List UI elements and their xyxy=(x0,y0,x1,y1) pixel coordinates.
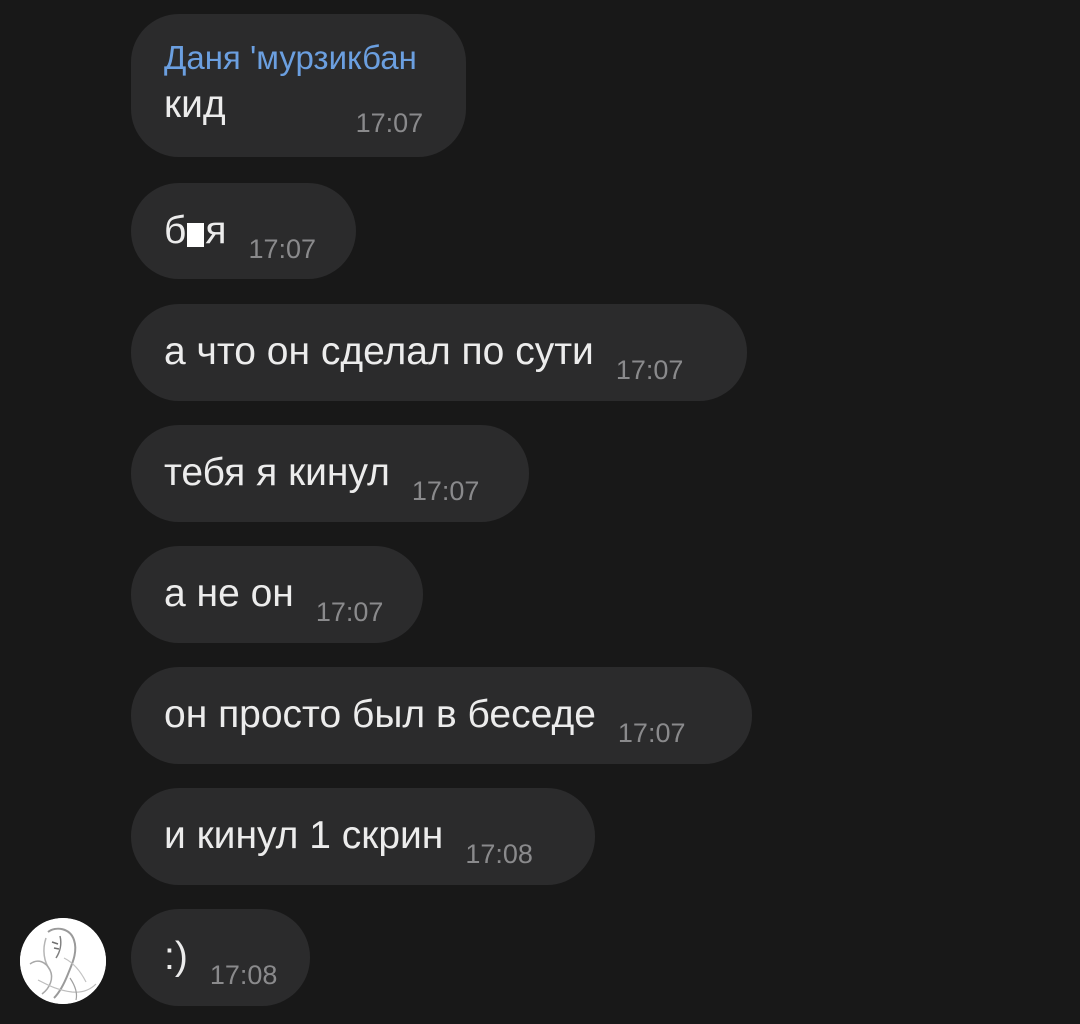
message-time: 17:07 xyxy=(248,234,317,264)
message-text: :) xyxy=(164,935,188,978)
message-text: и кинул 1 скрин xyxy=(164,814,444,857)
message-bubble[interactable]: и кинул 1 скрин 17:08 xyxy=(131,788,595,885)
message-text: кид xyxy=(164,83,226,126)
message-text: он просто был в беседе xyxy=(164,693,596,736)
message-bubble[interactable]: а что он сделал по сути 17:07 xyxy=(131,304,747,401)
message-text: бя xyxy=(164,208,226,254)
message-text-part: я xyxy=(205,209,227,252)
sender-name[interactable]: Даня 'мурзикбан xyxy=(164,38,434,78)
message-text: тебя я кинул xyxy=(164,451,390,494)
message-time: 17:07 xyxy=(315,597,384,627)
message-bubble[interactable]: он просто был в беседе 17:07 xyxy=(131,667,752,764)
message-bubble[interactable]: бя 17:07 xyxy=(131,183,356,279)
message-bubble[interactable]: тебя я кинул 17:07 xyxy=(131,425,529,522)
user-avatar[interactable] xyxy=(20,918,106,1004)
message-time: 17:07 xyxy=(615,355,684,385)
message-time: 17:07 xyxy=(617,718,686,748)
message-text-part: б xyxy=(164,209,187,252)
avatar-sketch-icon xyxy=(20,918,106,1004)
chat-message-list: Даня 'мурзикбан кид 17:07 бя 17:07 а что… xyxy=(0,0,1080,1024)
message-time: 17:07 xyxy=(355,108,424,138)
message-bubble[interactable]: :) 17:08 xyxy=(131,909,310,1006)
message-time: 17:07 xyxy=(411,476,480,506)
message-time: 17:08 xyxy=(465,839,533,869)
message-text: а не он xyxy=(164,572,294,615)
censor-block xyxy=(187,223,205,247)
message-bubble[interactable]: Даня 'мурзикбан кид 17:07 xyxy=(131,14,466,157)
message-text: а что он сделал по сути xyxy=(164,330,594,373)
message-bubble[interactable]: а не он 17:07 xyxy=(131,546,423,643)
message-time: 17:08 xyxy=(209,960,278,990)
